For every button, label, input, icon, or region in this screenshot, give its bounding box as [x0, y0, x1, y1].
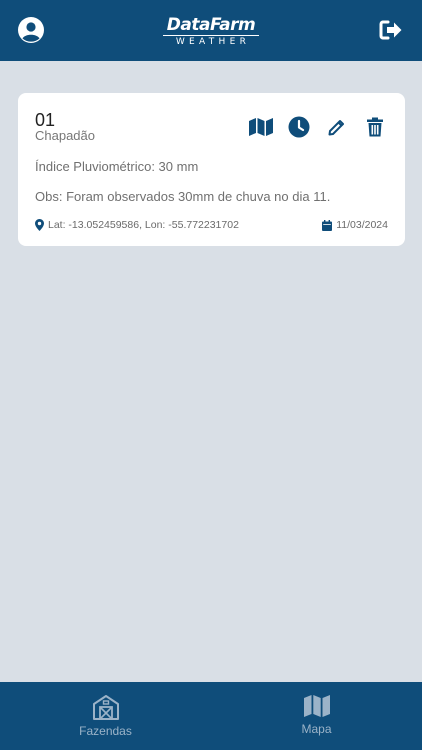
tab-mapa[interactable]: Mapa [211, 682, 422, 750]
card-actions [238, 115, 390, 139]
logo-divider [163, 35, 259, 36]
logout-button[interactable] [375, 14, 407, 46]
map-icon [303, 695, 330, 717]
user-circle-icon [18, 17, 44, 43]
trash-icon [367, 117, 383, 137]
bottom-tab-bar: Fazendas Mapa [0, 682, 422, 750]
logo-subtitle: WEATHER [175, 37, 251, 47]
logo-title: DataFarm [166, 15, 256, 35]
map-icon [249, 118, 273, 136]
barn-icon [92, 695, 119, 720]
tab-fazendas-label: Fazendas [79, 724, 132, 738]
farm-card[interactable]: 01 Chapadão Índice Pluviométrico: 30 mm … [18, 93, 405, 246]
clock-icon [288, 116, 310, 138]
date: 11/03/2024 [322, 219, 388, 231]
coordinates: Lat: -13.052459586, Lon: -55.772231702 [35, 219, 239, 231]
delete-button[interactable] [360, 115, 390, 139]
tab-mapa-label: Mapa [301, 722, 332, 736]
rain-index: Índice Pluviométrico: 30 mm [35, 159, 199, 174]
edit-button[interactable] [322, 115, 352, 139]
map-pin-icon [35, 219, 44, 231]
datafarm-logo: DataFarm WEATHER [163, 16, 259, 47]
coordinates-text: Lat: -13.052459586, Lon: -55.772231702 [48, 219, 239, 231]
calendar-icon [322, 219, 333, 231]
card-footer: Lat: -13.052459586, Lon: -55.772231702 1… [35, 219, 388, 231]
app-header: DataFarm WEATHER [0, 0, 422, 61]
history-button[interactable] [284, 115, 314, 139]
map-button[interactable] [246, 115, 276, 139]
tab-fazendas[interactable]: Fazendas [0, 682, 211, 750]
profile-button[interactable] [15, 14, 47, 46]
pencil-icon [328, 120, 344, 136]
date-text: 11/03/2024 [336, 219, 388, 231]
farm-name: Chapadão [35, 128, 95, 143]
observation-text: Obs: Foram observados 30mm de chuva no d… [35, 189, 331, 204]
sign-out-icon [379, 20, 402, 40]
